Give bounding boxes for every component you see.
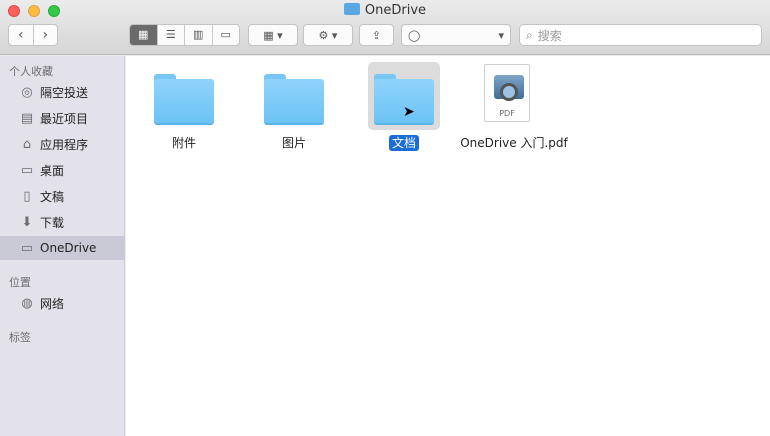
sidebar-item-applications[interactable]: ⌂ 应用程序: [0, 132, 125, 156]
tag-icon: ◯: [408, 28, 421, 42]
sidebar-item-label: 应用程序: [40, 137, 89, 152]
folder-icon: [258, 62, 330, 130]
favorites-header: 个人收藏: [9, 65, 53, 78]
pdf-icon: PDF: [484, 64, 530, 122]
share-button[interactable]: ⇪: [359, 24, 394, 46]
sidebar-item-label: 网络: [40, 296, 65, 311]
file-browser: 附件 图片 文档 PDF OneDrive 入门.pdf: [126, 56, 770, 436]
chevron-down-icon: ▾: [498, 28, 504, 42]
forward-button[interactable]: ›: [32, 25, 58, 45]
tags-button[interactable]: ◯ ▾: [401, 24, 511, 46]
downloads-icon: ⬇: [21, 214, 33, 230]
sidebar-item-airdrop[interactable]: ◎ 隔空投送: [0, 80, 125, 104]
icon-view-button[interactable]: ▦: [130, 25, 157, 45]
sidebar-item-label: 文稿: [40, 189, 65, 204]
file-name: OneDrive 入门.pdf: [460, 136, 568, 150]
back-button[interactable]: ‹: [9, 25, 33, 45]
file-name: 图片: [281, 136, 306, 150]
action-button[interactable]: ⚙ ▾: [303, 24, 353, 46]
sidebar-item-onedrive[interactable]: ▭ OneDrive: [0, 236, 125, 260]
column-view-button[interactable]: ▥: [184, 25, 212, 45]
sidebar-item-label: 最近项目: [40, 111, 89, 126]
list-view-button[interactable]: ☰: [156, 25, 185, 45]
tags-header: 标签: [9, 331, 31, 344]
navigation-group: ‹ ›: [8, 24, 58, 46]
sidebar: 个人收藏 ◎ 隔空投送 ▤ 最近项目 ⌂ 应用程序 ▭ 桌面 ▯ 文稿 ⬇ 下载…: [0, 56, 125, 436]
recents-icon: ▤: [20, 110, 34, 126]
pointer-icon: ➤: [403, 104, 415, 120]
file-name: 文档: [349, 134, 459, 151]
toolbar: OneDrive ‹ › ▦ ☰ ▥ ▭ ▦ ▾ ⚙ ▾ ⇪ ◯ ▾ ⌕ 搜索: [0, 0, 770, 55]
window-title: OneDrive: [0, 3, 770, 18]
sidebar-item-label: 下载: [40, 215, 65, 230]
desktop-icon: ▭: [20, 162, 34, 178]
sidebar-item-label: 隔空投送: [40, 85, 89, 100]
locations-header: 位置: [9, 276, 31, 289]
sidebar-item-recents[interactable]: ▤ 最近项目: [0, 106, 125, 130]
search-field[interactable]: ⌕ 搜索: [519, 24, 762, 46]
search-placeholder: 搜索: [537, 28, 562, 43]
folder-icon: ▭: [20, 240, 34, 256]
arrange-button[interactable]: ▦ ▾: [248, 24, 298, 46]
gallery-view-button[interactable]: ▭: [211, 25, 240, 45]
view-mode-group: ▦ ☰ ▥ ▭: [129, 24, 240, 46]
sidebar-item-downloads[interactable]: ⬇ 下载: [0, 210, 125, 234]
sidebar-item-label: OneDrive: [40, 241, 97, 255]
folder-icon: [343, 3, 360, 15]
airdrop-icon: ◎: [21, 84, 33, 100]
sidebar-item-documents[interactable]: ▯ 文稿: [0, 184, 125, 208]
applications-icon: ⌂: [22, 136, 32, 152]
search-icon: ⌕: [526, 27, 533, 42]
sidebar-item-desktop[interactable]: ▭ 桌面: [0, 158, 125, 182]
sidebar-item-network[interactable]: ◍ 网络: [0, 291, 125, 315]
sidebar-item-label: 桌面: [40, 163, 65, 178]
file-name: 附件: [171, 136, 196, 150]
documents-icon: ▯: [23, 188, 31, 204]
folder-icon: [148, 62, 220, 130]
network-icon: ◍: [21, 295, 33, 311]
